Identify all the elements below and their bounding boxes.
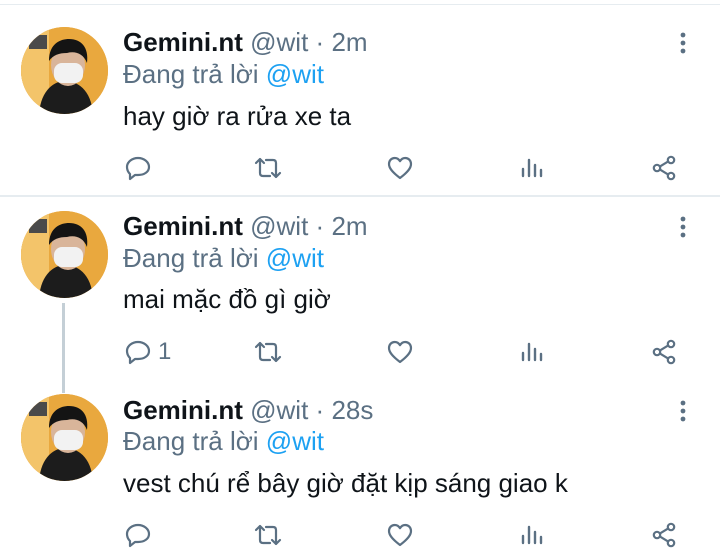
separator-dot: ·	[315, 211, 325, 241]
more-vertical-icon[interactable]	[670, 398, 696, 424]
like-button[interactable]	[386, 520, 414, 550]
tweet[interactable]: Gemini.nt @wit · 28s Đang trả lời @wit v…	[0, 382, 720, 559]
like-button[interactable]	[386, 153, 414, 183]
share-icon	[652, 155, 676, 181]
tweet-header: Gemini.nt @wit · 2m	[123, 27, 368, 57]
reply-icon	[125, 523, 151, 548]
analytics-icon	[521, 342, 543, 362]
thread-line	[62, 303, 65, 393]
timestamp[interactable]: 28s	[331, 395, 373, 425]
tweet-text: mai mặc đồ gì giờ	[123, 284, 331, 314]
analytics-button[interactable]	[518, 153, 546, 183]
avatar[interactable]	[21, 211, 108, 298]
user-handle[interactable]: @wit	[250, 27, 308, 57]
retweet-button[interactable]	[252, 153, 284, 183]
share-button[interactable]	[650, 337, 678, 367]
mention-link[interactable]: @wit	[266, 426, 324, 456]
reply-icon	[125, 156, 151, 181]
tweet[interactable]: Gemini.nt @wit · 2m Đang trả lời @wit ha…	[0, 0, 720, 196]
reply-button[interactable]: 1	[124, 337, 171, 367]
reply-icon	[125, 340, 151, 365]
replying-to-label: Đang trả lời	[123, 426, 259, 456]
share-button[interactable]	[650, 153, 678, 183]
separator-dot: ·	[315, 27, 325, 57]
tweet[interactable]: Gemini.nt @wit · 2m Đang trả lời @wit ma…	[0, 197, 720, 393]
more-vertical-icon[interactable]	[670, 30, 696, 56]
share-button[interactable]	[650, 520, 678, 550]
user-handle[interactable]: @wit	[250, 395, 308, 425]
display-name[interactable]: Gemini.nt	[123, 27, 243, 57]
timestamp[interactable]: 2m	[331, 211, 367, 241]
retweet-button[interactable]	[252, 520, 284, 550]
reply-button[interactable]	[124, 153, 158, 183]
share-icon	[652, 522, 676, 548]
more-vertical-icon[interactable]	[670, 214, 696, 240]
reply-button[interactable]	[124, 520, 158, 550]
replying-to: Đang trả lời @wit	[123, 426, 324, 456]
retweet-icon	[254, 157, 282, 179]
tweet-header: Gemini.nt @wit · 28s	[123, 395, 373, 425]
like-button[interactable]	[386, 337, 414, 367]
analytics-icon	[521, 158, 543, 178]
analytics-button[interactable]	[518, 520, 546, 550]
replying-to-label: Đang trả lời	[123, 243, 259, 273]
mention-link[interactable]: @wit	[266, 243, 324, 273]
replying-to-label: Đang trả lời	[123, 59, 259, 89]
display-name[interactable]: Gemini.nt	[123, 211, 243, 241]
user-handle[interactable]: @wit	[250, 211, 308, 241]
avatar[interactable]	[21, 394, 108, 481]
tweet-text: vest chú rể bây giờ đặt kịp sáng giao k	[123, 468, 568, 498]
analytics-button[interactable]	[518, 337, 546, 367]
heart-icon	[387, 523, 413, 547]
tweet-text: hay giờ ra rửa xe ta	[123, 101, 352, 131]
tweet-header: Gemini.nt @wit · 2m	[123, 211, 368, 241]
heart-icon	[387, 340, 413, 364]
avatar[interactable]	[21, 27, 108, 114]
mention-link[interactable]: @wit	[266, 59, 324, 89]
separator-dot: ·	[315, 395, 325, 425]
display-name[interactable]: Gemini.nt	[123, 395, 243, 425]
retweet-button[interactable]	[252, 337, 284, 367]
heart-icon	[387, 156, 413, 180]
analytics-icon	[521, 525, 543, 545]
share-icon	[652, 339, 676, 365]
retweet-icon	[254, 341, 282, 363]
retweet-icon	[254, 524, 282, 546]
timestamp[interactable]: 2m	[331, 27, 367, 57]
replying-to: Đang trả lời @wit	[123, 243, 324, 273]
replying-to: Đang trả lời @wit	[123, 59, 324, 89]
reply-count: 1	[158, 338, 172, 365]
